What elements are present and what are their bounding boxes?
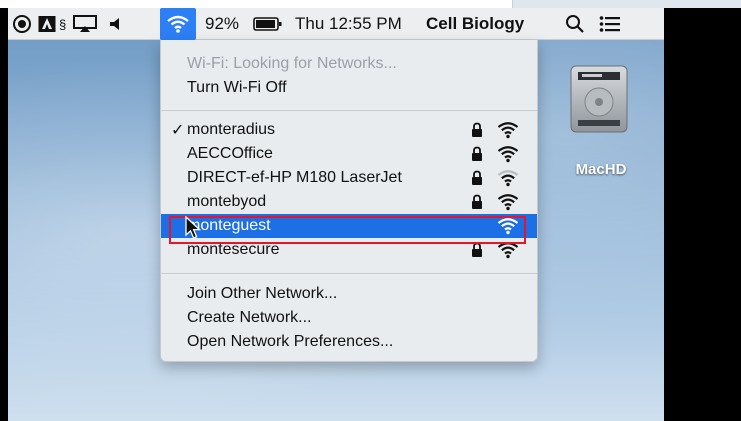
- network-item-aeccoffice[interactable]: AECCOffice: [161, 142, 537, 166]
- battery-icon[interactable]: [253, 8, 283, 40]
- network-name: DIRECT-ef-HP M180 LaserJet: [187, 169, 402, 186]
- lock-icon: [471, 242, 483, 263]
- volume-icon[interactable]: [107, 8, 125, 40]
- network-item-montesecure[interactable]: montesecure: [161, 238, 537, 262]
- wifi-signal-icon: [497, 217, 519, 240]
- wifi-signal-icon: [497, 169, 519, 192]
- lock-icon: [471, 194, 483, 215]
- wifi-signal-icon: [497, 241, 519, 264]
- turn-wifi-off-item[interactable]: Turn Wi-Fi Off: [161, 76, 537, 100]
- clock[interactable]: Thu 12:55 PM: [295, 8, 402, 40]
- network-item-direct-hp[interactable]: DIRECT-ef-HP M180 LaserJet: [161, 166, 537, 190]
- network-item-montebyod[interactable]: montebyod: [161, 190, 537, 214]
- create-network-label: Create Network...: [187, 309, 312, 326]
- mouse-cursor-icon: [185, 215, 203, 245]
- user-name[interactable]: Cell Biology: [426, 8, 524, 40]
- hard-drive-icon[interactable]: [568, 64, 630, 134]
- create-network-item[interactable]: Create Network...: [161, 306, 537, 330]
- record-icon[interactable]: [12, 8, 32, 40]
- battery-percent[interactable]: 92%: [205, 8, 239, 40]
- open-network-preferences-label: Open Network Preferences...: [187, 333, 394, 350]
- list-icon[interactable]: [599, 8, 621, 40]
- network-item-monteradius[interactable]: ✓ monteradius: [161, 118, 537, 142]
- join-other-network-label: Join Other Network...: [187, 285, 338, 302]
- open-network-preferences-item[interactable]: Open Network Preferences...: [161, 330, 537, 354]
- window-top-strip: [0, 0, 741, 8]
- wifi-signal-icon: [497, 121, 519, 144]
- network-name: monteradius: [187, 121, 276, 138]
- menu-separator: [161, 110, 537, 111]
- drive-label[interactable]: MacHD: [561, 161, 641, 178]
- menu-separator: [161, 273, 537, 274]
- turn-wifi-off-label: Turn Wi-Fi Off: [187, 79, 287, 96]
- join-other-network-item[interactable]: Join Other Network...: [161, 282, 537, 306]
- wifi-status-label: Wi-Fi: Looking for Networks...: [187, 55, 397, 72]
- desktop: § 92% Thu 12:55 PM Cell Biology MacHD Wi…: [8, 8, 664, 421]
- wifi-status: Wi-Fi: Looking for Networks...: [161, 52, 537, 76]
- wifi-menu-icon[interactable]: [160, 8, 196, 40]
- lock-icon: [471, 146, 483, 167]
- black-border-panel: [664, 8, 741, 421]
- network-item-monteguest[interactable]: monteguest: [161, 214, 537, 238]
- wifi-signal-icon: [497, 193, 519, 216]
- top-edge-panel: [512, 0, 741, 8]
- connected-check-icon: ✓: [171, 122, 185, 139]
- lock-icon: [471, 122, 483, 143]
- search-icon[interactable]: [565, 8, 585, 40]
- network-name: AECCOffice: [187, 145, 273, 162]
- wifi-dropdown-menu: Wi-Fi: Looking for Networks... Turn Wi-F…: [160, 40, 538, 362]
- adobe-icon[interactable]: [38, 8, 56, 40]
- network-name: montebyod: [187, 193, 267, 210]
- adobe-suffix-glyph: §: [59, 16, 67, 32]
- airplay-icon[interactable]: [72, 8, 98, 40]
- wifi-signal-icon: [497, 145, 519, 168]
- menu-bar: § 92% Thu 12:55 PM Cell Biology: [8, 8, 664, 40]
- lock-icon: [471, 170, 483, 191]
